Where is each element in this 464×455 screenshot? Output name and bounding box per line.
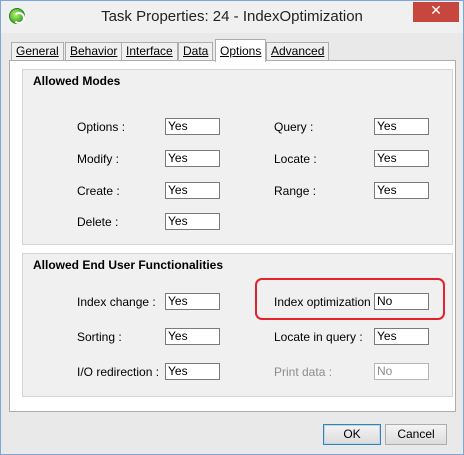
range-label: Range : bbox=[274, 184, 317, 198]
tab-general[interactable]: General bbox=[11, 42, 64, 61]
allowed-modes-title: Allowed Modes bbox=[33, 74, 121, 88]
end-user-functionalities-title: Allowed End User Functionalities bbox=[33, 258, 224, 272]
print-data-field: No bbox=[374, 363, 429, 380]
title-bar[interactable]: Task Properties: 24 - IndexOptimization … bbox=[1, 1, 463, 33]
tab-options[interactable]: Options bbox=[215, 39, 267, 62]
tab-interface[interactable]: Interface bbox=[121, 42, 178, 61]
locate-in-query-label: Locate in query : bbox=[274, 330, 363, 344]
range-field[interactable]: Yes bbox=[374, 182, 429, 199]
locate-in-query-field[interactable]: Yes bbox=[374, 328, 429, 345]
sorting-field[interactable]: Yes bbox=[165, 328, 220, 345]
tab-data[interactable]: Data bbox=[178, 42, 214, 61]
delete-label: Delete : bbox=[77, 215, 119, 229]
io-redirection-field[interactable]: Yes bbox=[165, 363, 220, 380]
locate-field[interactable]: Yes bbox=[374, 150, 429, 167]
tab-strip: General Behavior Interface Data Options … bbox=[9, 39, 449, 62]
sorting-label: Sorting : bbox=[77, 330, 122, 344]
create-label: Create : bbox=[77, 184, 120, 198]
tab-advanced[interactable]: Advanced bbox=[266, 42, 330, 61]
close-button[interactable]: ✕ bbox=[413, 2, 459, 22]
query-label: Query : bbox=[274, 120, 314, 134]
io-redirection-label: I/O redirection : bbox=[77, 365, 160, 379]
modify-field[interactable]: Yes bbox=[165, 150, 220, 167]
options-field[interactable]: Yes bbox=[165, 118, 220, 135]
index-change-field[interactable]: Yes bbox=[165, 293, 220, 310]
task-properties-dialog: Task Properties: 24 - IndexOptimization … bbox=[0, 0, 464, 455]
index-change-label: Index change : bbox=[77, 295, 156, 309]
query-field[interactable]: Yes bbox=[374, 118, 429, 135]
window-title: Task Properties: 24 - IndexOptimization bbox=[101, 8, 363, 25]
options-label: Options : bbox=[77, 120, 126, 134]
cancel-button[interactable]: Cancel bbox=[385, 424, 447, 445]
end-user-functionalities-group: Allowed End User Functionalities Index c… bbox=[22, 253, 453, 397]
index-optimization-highlight bbox=[255, 278, 445, 320]
modify-label: Modify : bbox=[77, 152, 120, 166]
options-tab-panel: Allowed Modes Options : Yes Modify : Yes… bbox=[9, 60, 456, 412]
locate-label: Locate : bbox=[274, 152, 317, 166]
allowed-modes-group: Allowed Modes Options : Yes Modify : Yes… bbox=[22, 69, 453, 245]
ok-button[interactable]: OK bbox=[323, 424, 381, 445]
delete-field[interactable]: Yes bbox=[165, 213, 220, 230]
print-data-label: Print data : bbox=[274, 365, 333, 379]
create-field[interactable]: Yes bbox=[165, 182, 220, 199]
tab-behavior[interactable]: Behavior bbox=[65, 42, 123, 61]
